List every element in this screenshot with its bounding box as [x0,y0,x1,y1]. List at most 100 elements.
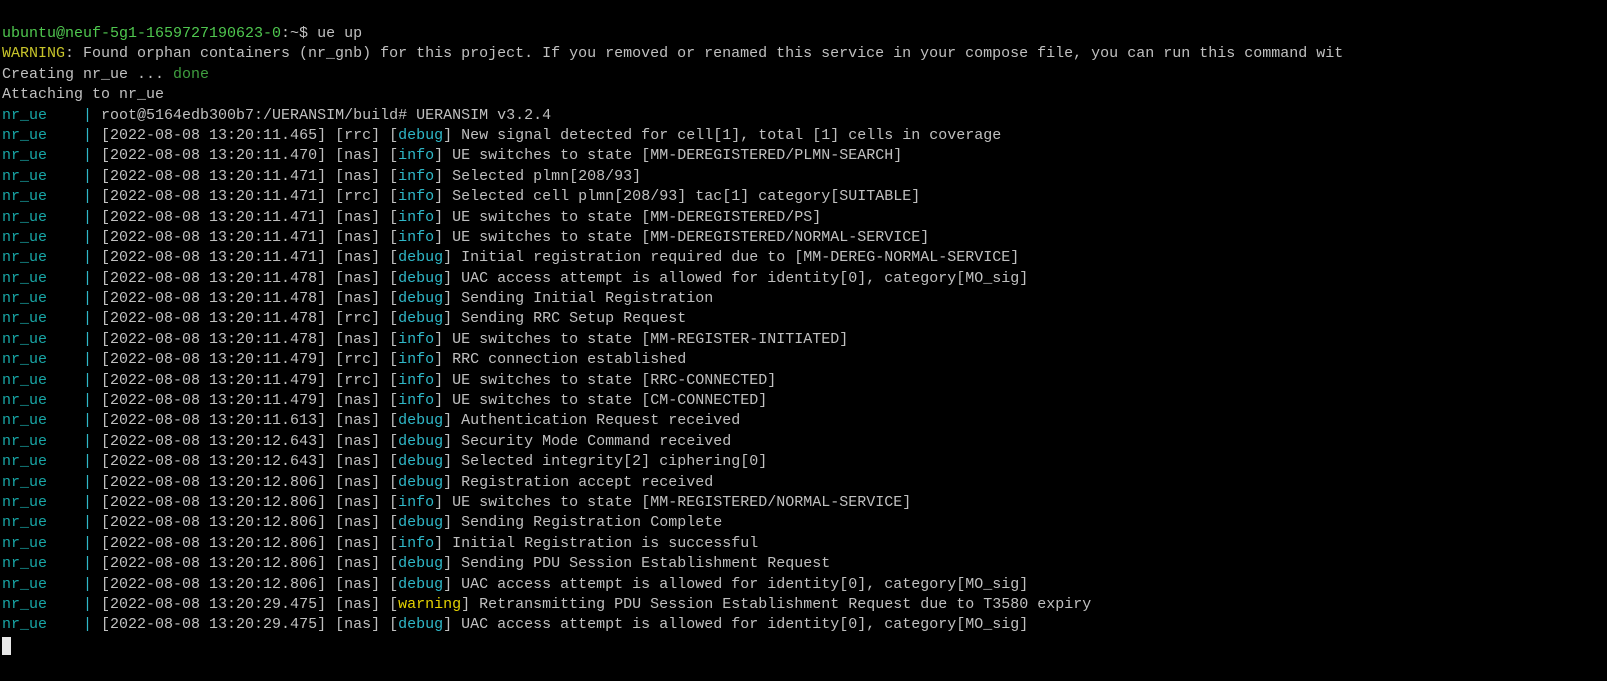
log-separator: | [47,555,102,573]
log-separator: | [47,106,102,124]
log-message: Initial registration required due to [MM… [452,249,1020,267]
log-module: [nas] [335,555,381,573]
log-prefix: nr_ue [2,392,48,410]
log-prefix: nr_ue [2,208,48,226]
log-line: nr_ue | [2022-08-08 13:20:12.806] [nas] … [2,575,1029,593]
log-message: Initial Registration is successful [443,534,759,552]
log-level: info [398,330,435,348]
log-timestamp: [2022-08-08 13:20:11.471] [101,228,327,246]
log-module: [nas] [335,493,381,511]
log-module: [nas] [335,473,381,491]
log-line: nr_ue | [2022-08-08 13:20:11.478] [rrc] … [2,310,687,328]
log-separator: | [47,595,102,613]
log-message: Registration accept received [452,473,714,491]
log-line: nr_ue | [2022-08-08 13:20:29.475] [nas] … [2,616,1029,634]
log-timestamp: [2022-08-08 13:20:12.806] [101,575,327,593]
log-timestamp: [2022-08-08 13:20:29.475] [101,595,327,613]
log-line: nr_ue | [2022-08-08 13:20:12.643] [nas] … [2,453,768,471]
log-timestamp: [2022-08-08 13:20:12.806] [101,514,327,532]
log-prefix: nr_ue [2,473,48,491]
log-module: [nas] [335,534,381,552]
root-line: nr_ue | root@5164edb300b7:/UERANSIM/buil… [0,106,1607,126]
log-separator: | [47,330,102,348]
log-separator: | [47,147,102,165]
log-separator: | [47,290,102,308]
attaching-text: Attaching to nr_ue [2,86,165,104]
log-line: nr_ue | [2022-08-08 13:20:12.643] [nas] … [2,432,732,450]
log-level: info [398,228,435,246]
log-level: warning [398,595,462,613]
log-prefix: nr_ue [2,616,48,634]
creating-line: Creating nr_ue ... done [0,65,1607,85]
log-timestamp: [2022-08-08 13:20:11.478] [101,269,327,287]
log-module: [nas] [335,147,381,165]
log-level: debug [398,616,444,634]
log-module: [nas] [335,228,381,246]
log-prefix: nr_ue [2,126,48,144]
log-level: debug [398,514,444,532]
log-prefix: nr_ue [2,249,48,267]
log-line: nr_ue | [2022-08-08 13:20:12.806] [nas] … [2,473,714,491]
log-timestamp: [2022-08-08 13:20:29.475] [101,616,327,634]
log-module: [rrc] [335,126,381,144]
log-level: debug [398,269,444,287]
log-level: info [398,493,435,511]
log-timestamp: [2022-08-08 13:20:11.478] [101,290,327,308]
log-separator: | [47,493,102,511]
log-module: [nas] [335,269,381,287]
log-timestamp: [2022-08-08 13:20:12.643] [101,432,327,450]
log-timestamp: [2022-08-08 13:20:11.479] [101,371,327,389]
log-module: [rrc] [335,371,381,389]
log-timestamp: [2022-08-08 13:20:11.613] [101,412,327,430]
log-level: info [398,208,435,226]
log-timestamp: [2022-08-08 13:20:11.471] [101,188,327,206]
log-separator: | [47,126,102,144]
log-timestamp: [2022-08-08 13:20:12.806] [101,493,327,511]
log-line: nr_ue | [2022-08-08 13:20:11.471] [nas] … [2,167,642,185]
warning-text: : Found orphan containers (nr_gnb) for t… [65,45,1344,63]
log-message: Sending Registration Complete [452,514,723,532]
log-separator: | [47,371,102,389]
log-module: [rrc] [335,310,381,328]
log-level: info [398,351,435,369]
log-level: info [398,167,435,185]
log-separator: | [47,514,102,532]
log-timestamp: [2022-08-08 13:20:11.465] [101,126,327,144]
log-separator: | [47,188,102,206]
log-message: Sending RRC Setup Request [452,310,687,328]
log-line: nr_ue | [2022-08-08 13:20:11.478] [nas] … [2,290,714,308]
log-separator: | [47,228,102,246]
log-prefix: nr_ue [2,228,48,246]
log-separator: | [47,534,102,552]
log-level: debug [398,555,444,573]
log-timestamp: [2022-08-08 13:20:12.806] [101,555,327,573]
prompt-command: ue up [317,25,363,42]
log-line: nr_ue | [2022-08-08 13:20:11.479] [rrc] … [2,371,777,389]
log-separator: | [47,473,102,491]
log-prefix: nr_ue [2,575,48,593]
log-message: UAC access attempt is allowed for identi… [452,616,1029,634]
log-message: Selected integrity[2] ciphering[0] [452,453,768,471]
log-separator: | [47,351,102,369]
terminal-window[interactable]: ubuntu@neuf-5g1-1659727190623-0:~$ ue up… [0,0,1607,681]
log-timestamp: [2022-08-08 13:20:11.478] [101,330,327,348]
log-level: info [398,371,435,389]
creating-status: done [173,65,210,83]
log-separator: | [47,167,102,185]
log-prefix: nr_ue [2,310,48,328]
log-separator: | [47,453,102,471]
log-module: [rrc] [335,188,381,206]
log-prefix: nr_ue [2,432,48,450]
log-level: debug [398,575,444,593]
log-message: Selected cell plmn[208/93] tac[1] catego… [443,188,921,206]
log-level: info [398,534,435,552]
log-separator: | [47,249,102,267]
log-line: nr_ue | [2022-08-08 13:20:11.613] [nas] … [2,412,741,430]
log-timestamp: [2022-08-08 13:20:12.643] [101,453,327,471]
log-level: debug [398,290,444,308]
log-line: nr_ue | [2022-08-08 13:20:11.471] [rrc] … [2,188,921,206]
prompt-user-host: ubuntu@neuf-5g1-1659727190623-0 [2,25,282,42]
log-line: nr_ue | [2022-08-08 13:20:11.478] [nas] … [2,330,849,348]
log-timestamp: [2022-08-08 13:20:11.471] [101,208,327,226]
log-level: debug [398,432,444,450]
